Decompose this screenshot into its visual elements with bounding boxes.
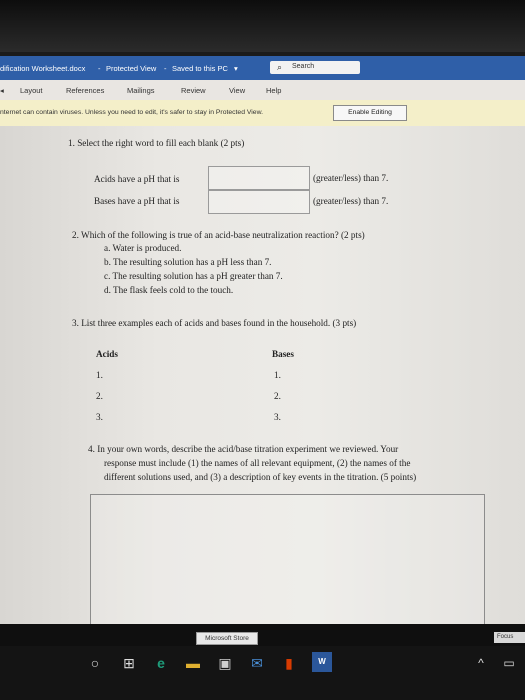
base-item-2: 2. (274, 391, 281, 401)
screen: dification Worksheet.docx - Protected Vi… (0, 0, 525, 700)
title-bar: dification Worksheet.docx - Protected Vi… (0, 56, 525, 80)
tab-references[interactable]: References (66, 86, 104, 95)
save-status[interactable]: Saved to this PC (172, 64, 228, 73)
question-2-prompt: 2. Which of the following is true of an … (72, 230, 365, 240)
ribbon-tabs: ◂ Layout References Mailings Review View… (0, 80, 525, 100)
ribbon-caret-icon: ◂ (0, 86, 4, 95)
acid-item-3: 3. (96, 412, 103, 422)
question-1-prompt: 1. Select the right word to fill each bl… (68, 138, 245, 148)
protected-view-bar: nternet can contain viruses. Unless you … (0, 100, 525, 127)
q4-answer-box[interactable] (90, 494, 485, 626)
q1-row-1-label: Acids have a pH that is (94, 174, 180, 184)
tab-mailings[interactable]: Mailings (127, 86, 155, 95)
search-label: Search (292, 63, 315, 70)
status-area: Microsoft Store Focus ○ ⊞ e ▬ ▣ ✉ ▮ W ^ … (0, 624, 525, 700)
microsoft-store-tooltip: Microsoft Store (196, 632, 258, 645)
task-view-icon[interactable]: ⊞ (120, 654, 138, 672)
windows-taskbar: ○ ⊞ e ▬ ▣ ✉ ▮ W ^ ▭ (0, 646, 525, 700)
office-app-icon[interactable]: ▮ (280, 654, 298, 672)
document-page: 1. Select the right word to fill each bl… (0, 126, 525, 626)
protected-view-message: nternet can contain viruses. Unless you … (0, 109, 263, 116)
q2-option-a: a. Water is produced. (104, 243, 182, 253)
cortana-circle-icon[interactable]: ○ (86, 654, 104, 672)
base-item-1: 1. (274, 370, 281, 380)
question-4-line-2: response must include (1) the names of a… (104, 458, 411, 468)
q1-row-2-label: Bases have a pH that is (94, 196, 180, 206)
monitor-bezel (0, 0, 525, 52)
q2-option-c: c. The resulting solution has a pH great… (104, 271, 283, 281)
acid-item-1: 1. (96, 370, 103, 380)
word-app-icon[interactable]: W (312, 652, 332, 672)
title-separator: - (164, 64, 167, 73)
store-bag-icon[interactable]: ▣ (216, 654, 234, 672)
q1-row-2-suffix: (greater/less) than 7. (313, 196, 389, 206)
q2-option-d: d. The flask feels cold to the touch. (104, 285, 234, 295)
question-3-prompt: 3. List three examples each of acids and… (72, 318, 357, 328)
file-explorer-icon[interactable]: ▬ (184, 654, 202, 672)
bases-header: Bases (272, 349, 294, 359)
question-4-line-1: 4. In your own words, describe the acid/… (88, 444, 399, 454)
document-title: dification Worksheet.docx (0, 64, 86, 73)
q1-row-1-suffix: (greater/less) than 7. (313, 173, 389, 183)
chevron-up-icon[interactable]: ^ (472, 654, 490, 672)
focus-button[interactable]: Focus (494, 632, 525, 643)
tab-help[interactable]: Help (266, 86, 281, 95)
protected-view-label: Protected View (106, 64, 157, 73)
q1-blank-2[interactable] (208, 190, 310, 214)
q1-blank-1[interactable] (208, 166, 310, 190)
tab-view[interactable]: View (229, 86, 245, 95)
enable-editing-button[interactable]: Enable Editing (333, 105, 407, 121)
search-icon: ⌕ (277, 62, 283, 72)
notification-icon[interactable]: ▭ (500, 654, 518, 672)
question-4-line-3: different solutions used, and (3) a desc… (104, 472, 417, 482)
search-box[interactable]: ⌕ Search (270, 61, 360, 74)
chevron-down-icon[interactable]: ▾ (234, 64, 238, 73)
tab-layout[interactable]: Layout (20, 86, 43, 95)
edge-browser-icon[interactable]: e (152, 654, 170, 672)
acids-header: Acids (96, 349, 118, 359)
base-item-3: 3. (274, 412, 281, 422)
tab-review[interactable]: Review (181, 86, 206, 95)
acid-item-2: 2. (96, 391, 103, 401)
title-separator: - (98, 64, 101, 73)
mail-icon[interactable]: ✉ (248, 654, 266, 672)
q2-option-b: b. The resulting solution has a pH less … (104, 257, 272, 267)
